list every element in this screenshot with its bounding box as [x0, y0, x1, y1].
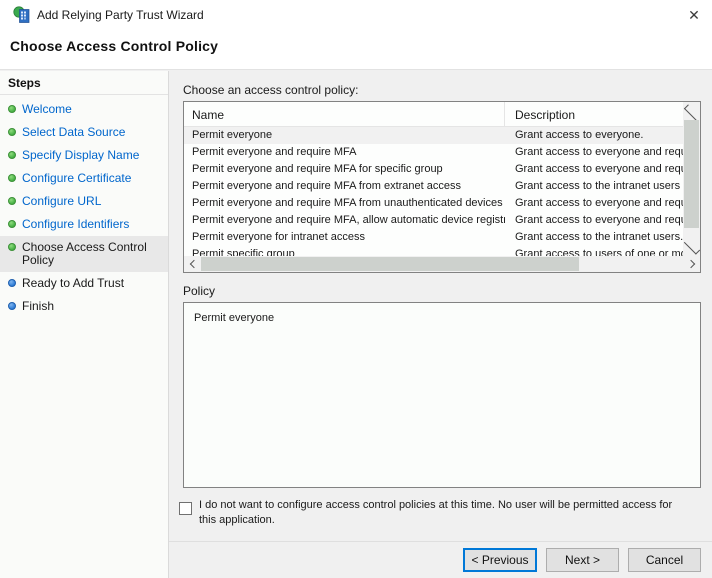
- scroll-right-icon[interactable]: [683, 256, 700, 272]
- step-bullet-icon: [8, 105, 16, 113]
- row-description-cell: Grant access to everyone and requir: [515, 197, 683, 209]
- header-band: Add Relying Party Trust Wizard ✕ Choose …: [0, 0, 712, 70]
- step-bullet-icon: [8, 174, 16, 182]
- sidebar-item-choose-access-control-policy: Choose Access Control Policy: [0, 236, 168, 272]
- wizard-window: Add Relying Party Trust Wizard ✕ Choose …: [0, 0, 712, 578]
- scroll-down-icon[interactable]: [683, 238, 700, 256]
- row-name-cell: Permit everyone: [192, 129, 273, 141]
- table-row[interactable]: Permit everyone and require MFA, allow a…: [184, 212, 683, 229]
- table-row[interactable]: Permit specific group Grant access to use…: [184, 246, 683, 256]
- column-header-name[interactable]: Name: [184, 102, 505, 126]
- scroll-left-icon[interactable]: [184, 256, 201, 272]
- horizontal-scroll-thumb[interactable]: [201, 257, 579, 271]
- step-bullet-icon: [8, 128, 16, 136]
- table-body: Permit everyone Grant access to everyone.…: [184, 127, 683, 256]
- row-name-cell: Permit everyone and require MFA from una…: [192, 197, 503, 209]
- steps-divider: [0, 94, 168, 95]
- table-row[interactable]: Permit everyone and require MFA for spec…: [184, 161, 683, 178]
- main-panel: Choose an access control policy: Name De…: [169, 70, 712, 578]
- app-icon: [13, 6, 30, 23]
- row-description-cell: Grant access to users of one or more: [515, 248, 683, 256]
- row-name-cell: Permit everyone and require MFA from ext…: [192, 180, 462, 192]
- step-label: Configure URL: [22, 194, 102, 208]
- policy-section-label: Policy: [183, 284, 216, 298]
- table-row[interactable]: Permit everyone Grant access to everyone.: [184, 127, 683, 144]
- step-bullet-icon: [8, 220, 16, 228]
- steps-list: Welcome Select Data Source Specify Display…: [0, 98, 168, 318]
- row-description-cell: Grant access to everyone and requir: [515, 214, 683, 226]
- policy-list-label: Choose an access control policy:: [183, 83, 359, 97]
- access-control-policy-table: Name Description Permit everyone Grant ac…: [183, 101, 701, 273]
- step-label: Configure Identifiers: [22, 217, 130, 231]
- window-title: Add Relying Party Trust Wizard: [37, 8, 204, 22]
- step-label: Configure Certificate: [22, 171, 132, 185]
- row-description-cell: Grant access to everyone.: [515, 129, 644, 141]
- row-description-cell: Grant access to the intranet users ar: [515, 180, 683, 192]
- page-title: Choose Access Control Policy: [10, 38, 219, 54]
- sidebar-item-welcome[interactable]: Welcome: [0, 98, 168, 121]
- sidebar-item-configure-identifiers[interactable]: Configure Identifiers: [0, 213, 168, 236]
- step-bullet-icon: [8, 197, 16, 205]
- row-name-cell: Permit everyone and require MFA: [192, 146, 357, 158]
- sidebar-item-select-data-source[interactable]: Select Data Source: [0, 121, 168, 144]
- steps-sidebar: Steps Welcome Select Data Source Specify D…: [0, 71, 169, 578]
- sidebar-item-finish: Finish: [0, 295, 168, 318]
- step-bullet-icon: [8, 151, 16, 159]
- table-row[interactable]: Permit everyone and require MFA from una…: [184, 195, 683, 212]
- step-label: Finish: [22, 299, 55, 313]
- row-name-cell: Permit everyone and require MFA for spec…: [192, 163, 443, 175]
- row-name-cell: Permit specific group: [192, 248, 295, 256]
- step-label: Choose Access Control Policy: [22, 240, 147, 267]
- title-bar: Add Relying Party Trust Wizard ✕: [0, 0, 712, 28]
- table-row[interactable]: Permit everyone for intranet access Grant…: [184, 229, 683, 246]
- step-label: Welcome: [22, 102, 72, 116]
- step-bullet-icon: [8, 243, 16, 251]
- vertical-scroll-thumb[interactable]: [684, 120, 699, 228]
- step-label: Specify Display Name: [22, 148, 140, 162]
- scroll-up-icon[interactable]: [683, 102, 700, 121]
- step-label: Ready to Add Trust: [22, 276, 125, 290]
- row-name-cell: Permit everyone for intranet access: [192, 231, 366, 243]
- table-row[interactable]: Permit everyone and require MFA from ext…: [184, 178, 683, 195]
- row-description-cell: Grant access to everyone and requir: [515, 146, 683, 158]
- policy-preview-box: Permit everyone: [183, 302, 701, 488]
- sidebar-item-configure-url[interactable]: Configure URL: [0, 190, 168, 213]
- column-header-description[interactable]: Description: [505, 102, 683, 126]
- next-button[interactable]: Next >: [546, 548, 619, 572]
- sidebar-item-configure-certificate[interactable]: Configure Certificate: [0, 167, 168, 190]
- skip-policy-checkbox[interactable]: [179, 502, 192, 515]
- row-description-cell: Grant access to everyone and requir: [515, 163, 683, 175]
- table-row[interactable]: Permit everyone and require MFA Grant acc…: [184, 144, 683, 161]
- footer-divider: [169, 541, 712, 542]
- step-bullet-icon: [8, 279, 16, 287]
- close-icon[interactable]: ✕: [682, 4, 706, 26]
- steps-heading: Steps: [8, 76, 41, 90]
- cancel-button[interactable]: Cancel: [628, 548, 701, 572]
- skip-policy-checkbox-label: I do not want to configure access contro…: [199, 499, 673, 526]
- sidebar-item-specify-display-name[interactable]: Specify Display Name: [0, 144, 168, 167]
- step-label: Select Data Source: [22, 125, 126, 139]
- previous-button[interactable]: < Previous: [463, 548, 537, 572]
- table-header: Name Description: [184, 102, 683, 127]
- policy-preview-text: Permit everyone: [194, 312, 275, 324]
- sidebar-item-ready-to-add-trust: Ready to Add Trust: [0, 272, 168, 295]
- row-name-cell: Permit everyone and require MFA, allow a…: [192, 214, 505, 226]
- row-description-cell: Grant access to the intranet users.: [515, 231, 683, 243]
- horizontal-scrollbar[interactable]: [184, 256, 700, 272]
- vertical-scrollbar[interactable]: [683, 102, 700, 256]
- step-bullet-icon: [8, 302, 16, 310]
